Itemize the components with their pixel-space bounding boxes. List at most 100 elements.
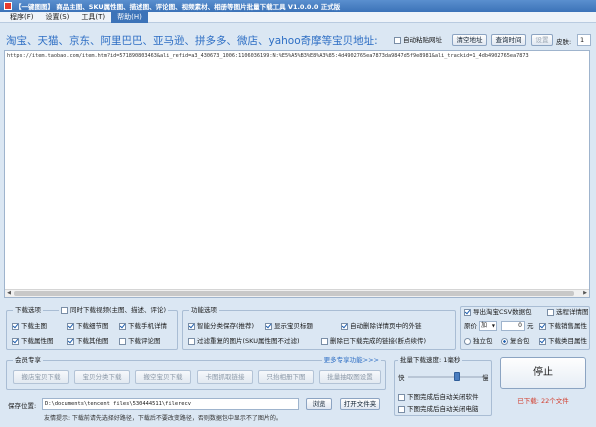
- radio[interactable]: [464, 337, 471, 345]
- menu-help[interactable]: 帮助(H): [111, 11, 148, 23]
- checkbox[interactable]: [341, 322, 348, 330]
- radio-single-package[interactable]: 独立包: [464, 337, 493, 346]
- price-label: 原价: [464, 322, 477, 330]
- option-close-computer[interactable]: 下图完成后自动关闭电脑: [398, 405, 479, 414]
- download-options-title: 下载选项: [13, 306, 43, 315]
- option-label: 下载销售属性: [548, 322, 587, 330]
- member-button-batch[interactable]: 批量抽取图设置: [319, 370, 381, 384]
- speed-fast-label: 快: [398, 374, 405, 382]
- auto-paste-option[interactable]: 自动粘贴网址: [394, 36, 442, 45]
- option-label: 复合包: [510, 337, 530, 345]
- option-label: 下图完成后自动关闭电脑: [407, 405, 479, 413]
- url-textarea[interactable]: https://item.taobao.com/item.htm?id=5718…: [4, 50, 590, 298]
- price-operator-select[interactable]: 加 ▼: [479, 321, 497, 331]
- save-path-input[interactable]: D:\documents\tencent files\530444511\fil…: [42, 398, 299, 410]
- radio-selected[interactable]: [501, 337, 508, 345]
- title-bar: 【一键图图】 商品主图、SKU属性图、描述图、评论图、视频素材、相册等图片批量下…: [0, 0, 596, 12]
- horizontal-scrollbar[interactable]: ◀ ▶: [5, 289, 589, 297]
- checkbox[interactable]: [119, 337, 126, 345]
- video-option[interactable]: 同时下载视频(主图、描述、评论): [59, 306, 169, 315]
- menu-tools[interactable]: 工具(T): [75, 12, 111, 23]
- checkbox[interactable]: [398, 405, 405, 413]
- option-label: 下载属性图: [21, 337, 54, 345]
- checkbox[interactable]: [539, 322, 546, 330]
- scroll-left-icon[interactable]: ◀: [5, 290, 13, 297]
- function-options-group: 功能选项 智能分类保存(推荐) 显示宝贝标题 自动删除详情页中的外链 过滤重复的…: [182, 306, 456, 350]
- checkbox[interactable]: [464, 308, 471, 316]
- option-download-category[interactable]: 下载类目属性: [539, 337, 587, 346]
- speed-slow-label: 慢: [482, 374, 489, 382]
- option-mobile-detail[interactable]: 下载手机详情: [119, 322, 167, 331]
- clear-urls-button[interactable]: 清空地址: [452, 34, 487, 46]
- query-time-button[interactable]: 查询时间: [491, 34, 526, 46]
- checkbox[interactable]: [547, 308, 554, 316]
- price-input[interactable]: 0: [501, 321, 525, 331]
- menu-settings[interactable]: 设置(S): [40, 12, 76, 23]
- menu-program[interactable]: 程序(F): [4, 12, 40, 23]
- scroll-right-icon[interactable]: ▶: [581, 290, 589, 297]
- option-close-software[interactable]: 下图完成后自动关闭软件: [398, 393, 479, 402]
- download-count: 已下载: 22个文件: [517, 397, 569, 405]
- option-delete-downloaded[interactable]: 删除已下载完成的链接(断点续传): [321, 337, 426, 346]
- checkbox[interactable]: [67, 337, 74, 345]
- option-review-image[interactable]: 下载评论图: [119, 337, 161, 346]
- checkbox[interactable]: [12, 322, 19, 330]
- option-label: 过滤重复的图片(SKU属性图不过滤): [197, 337, 300, 345]
- option-export-csv[interactable]: 导出淘宝CSV数据包: [464, 308, 532, 317]
- option-label: 下载主图: [21, 322, 47, 330]
- checkbox[interactable]: [188, 337, 195, 345]
- option-download-sales[interactable]: 下载销售属性: [539, 322, 587, 331]
- platforms-label: 淘宝、天猫、京东、阿里巴巴、亚马逊、拼多多、微店、yahoo奇摩等宝贝地址:: [6, 35, 378, 47]
- auto-paste-label: 自动粘贴网址: [403, 36, 442, 44]
- window-title: 【一键图图】 商品主图、SKU属性图、描述图、评论图、视频素材、相册等图片批量下…: [15, 3, 341, 11]
- member-button-empty[interactable]: 搬空宝贝下载: [135, 370, 191, 384]
- checkbox[interactable]: [398, 393, 405, 401]
- auto-paste-checkbox[interactable]: [394, 36, 401, 44]
- option-label: 独立包: [473, 337, 493, 345]
- settings-button[interactable]: 设置: [531, 34, 553, 46]
- option-label: 下图完成后自动关闭软件: [407, 393, 479, 401]
- browse-button[interactable]: 浏览: [306, 398, 332, 410]
- speed-slider-track[interactable]: [408, 376, 482, 378]
- skin-label: 皮肤:: [556, 38, 572, 46]
- checkbox[interactable]: [321, 337, 328, 345]
- option-filter-duplicates[interactable]: 过滤重复的图片(SKU属性图不过滤): [188, 337, 300, 346]
- member-button-shop[interactable]: 搬店宝贝下载: [13, 370, 69, 384]
- checkbox[interactable]: [265, 322, 272, 330]
- member-button-category[interactable]: 宝贝分类下载: [74, 370, 130, 384]
- option-other-image[interactable]: 下载其他图: [67, 337, 109, 346]
- function-options-title: 功能选项: [189, 306, 219, 315]
- checkbox[interactable]: [12, 337, 19, 345]
- option-smart-save[interactable]: 智能分类保存(推荐): [188, 322, 254, 331]
- hint-text: 友情提示: 下载前请先选择好路径，下载后不要改变路径，否则数据包中显示不了图片的…: [44, 415, 282, 422]
- option-show-title[interactable]: 显示宝贝标题: [265, 322, 313, 331]
- option-label: 自动删除详情页中的外链: [350, 322, 422, 330]
- price-operator-value: 加: [481, 322, 488, 329]
- radio-combined-package[interactable]: 复合包: [501, 337, 530, 346]
- option-main-image[interactable]: 下载主图: [12, 322, 47, 331]
- option-detail-image[interactable]: 下载细节图: [67, 322, 109, 331]
- checkbox[interactable]: [188, 322, 195, 330]
- video-checkbox[interactable]: [61, 306, 68, 314]
- option-attribute-image[interactable]: 下载属性图: [12, 337, 54, 346]
- open-folder-button[interactable]: 打开文件夹: [340, 398, 380, 410]
- member-button-album[interactable]: 只抬相册下图: [258, 370, 314, 384]
- skin-spinner[interactable]: 1: [577, 34, 591, 46]
- checkbox[interactable]: [539, 337, 546, 345]
- speed-title: 批量下载速度: 1毫秒: [398, 356, 463, 365]
- more-features-link[interactable]: 更多专享功能>>>: [321, 356, 381, 365]
- member-button-card[interactable]: 卡图抓取链接: [197, 370, 253, 384]
- option-detail-page[interactable]: 选程详情图: [547, 308, 589, 317]
- option-label: 导出淘宝CSV数据包: [473, 308, 532, 316]
- option-label: 显示宝贝标题: [274, 322, 313, 330]
- option-label: 下载其他图: [76, 337, 109, 345]
- checkbox[interactable]: [119, 322, 126, 330]
- member-group: 会员专享 更多专享功能>>> 搬店宝贝下载 宝贝分类下载 搬空宝贝下载 卡图抓取…: [6, 356, 386, 390]
- option-label: 下载评论图: [128, 337, 161, 345]
- checkbox[interactable]: [67, 322, 74, 330]
- speed-slider-thumb[interactable]: [454, 372, 460, 381]
- stop-button[interactable]: 停止: [500, 357, 586, 389]
- price-unit: 元: [527, 322, 534, 330]
- option-remove-links[interactable]: 自动删除详情页中的外链: [341, 322, 422, 331]
- scrollbar-thumb[interactable]: [14, 291, 574, 296]
